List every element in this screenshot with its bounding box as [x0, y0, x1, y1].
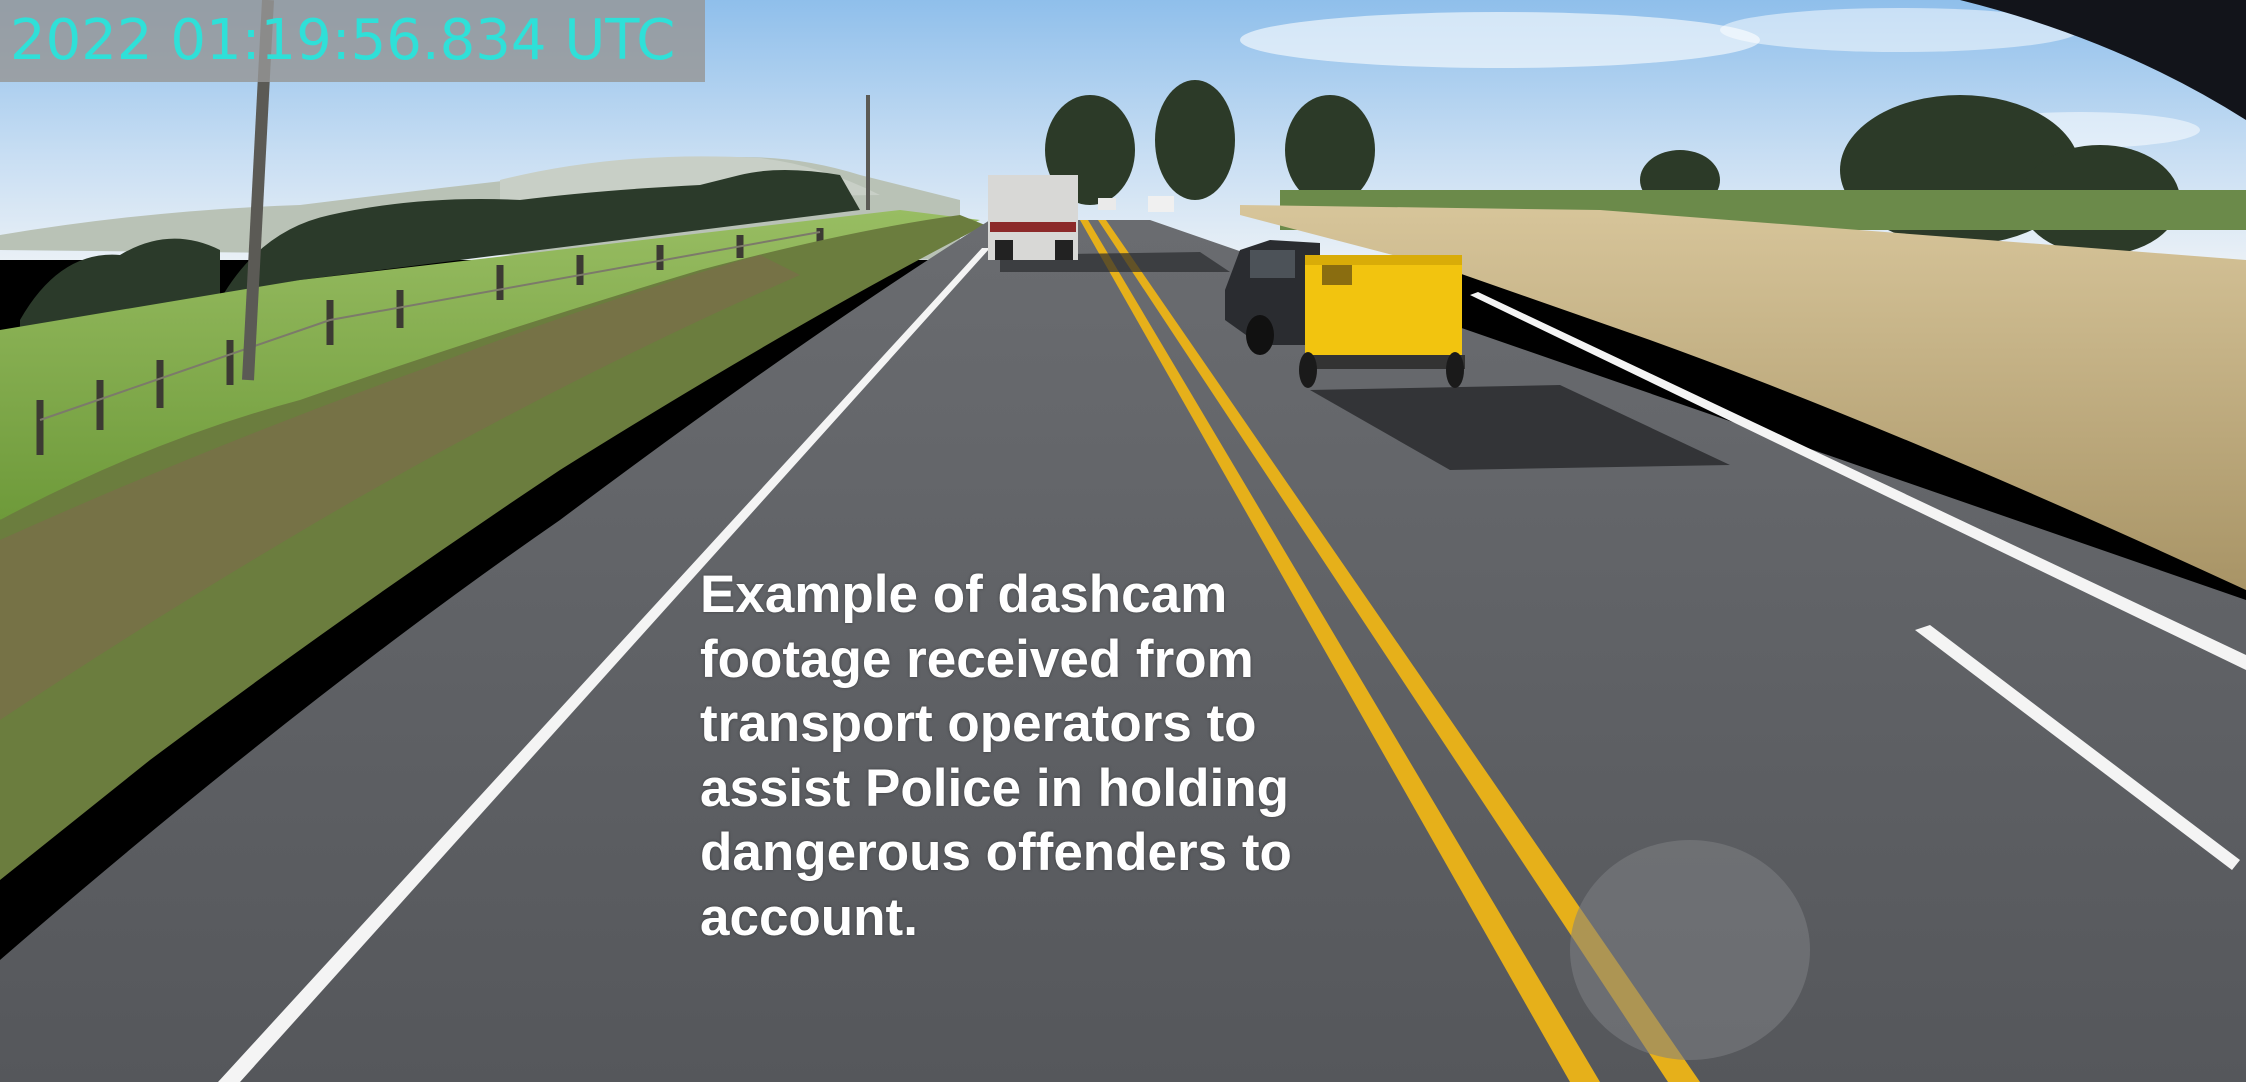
yellow-trailer	[1299, 255, 1465, 388]
truck-ahead	[988, 175, 1078, 260]
caption-line: transport operators to	[700, 694, 1257, 753]
caption: Example of dashcam footage received from…	[700, 563, 1400, 950]
cloud	[1240, 12, 1760, 68]
timestamp-text: 2022 01:19:56.834 UTC	[10, 8, 676, 73]
caption-line: dangerous offenders to	[700, 823, 1292, 882]
caption-line: footage received from	[700, 629, 1254, 689]
caption-line: account.	[700, 887, 918, 947]
caption-line: Example of dashcam	[700, 565, 1228, 624]
dashcam-frame: 2022 01:19:56.834 UTC Example of dashcam…	[0, 0, 2246, 1082]
caption-line: assist Police in holding	[700, 758, 1290, 818]
timestamp-bar: 2022 01:19:56.834 UTC	[0, 0, 705, 82]
road-patch	[1570, 840, 1810, 1060]
